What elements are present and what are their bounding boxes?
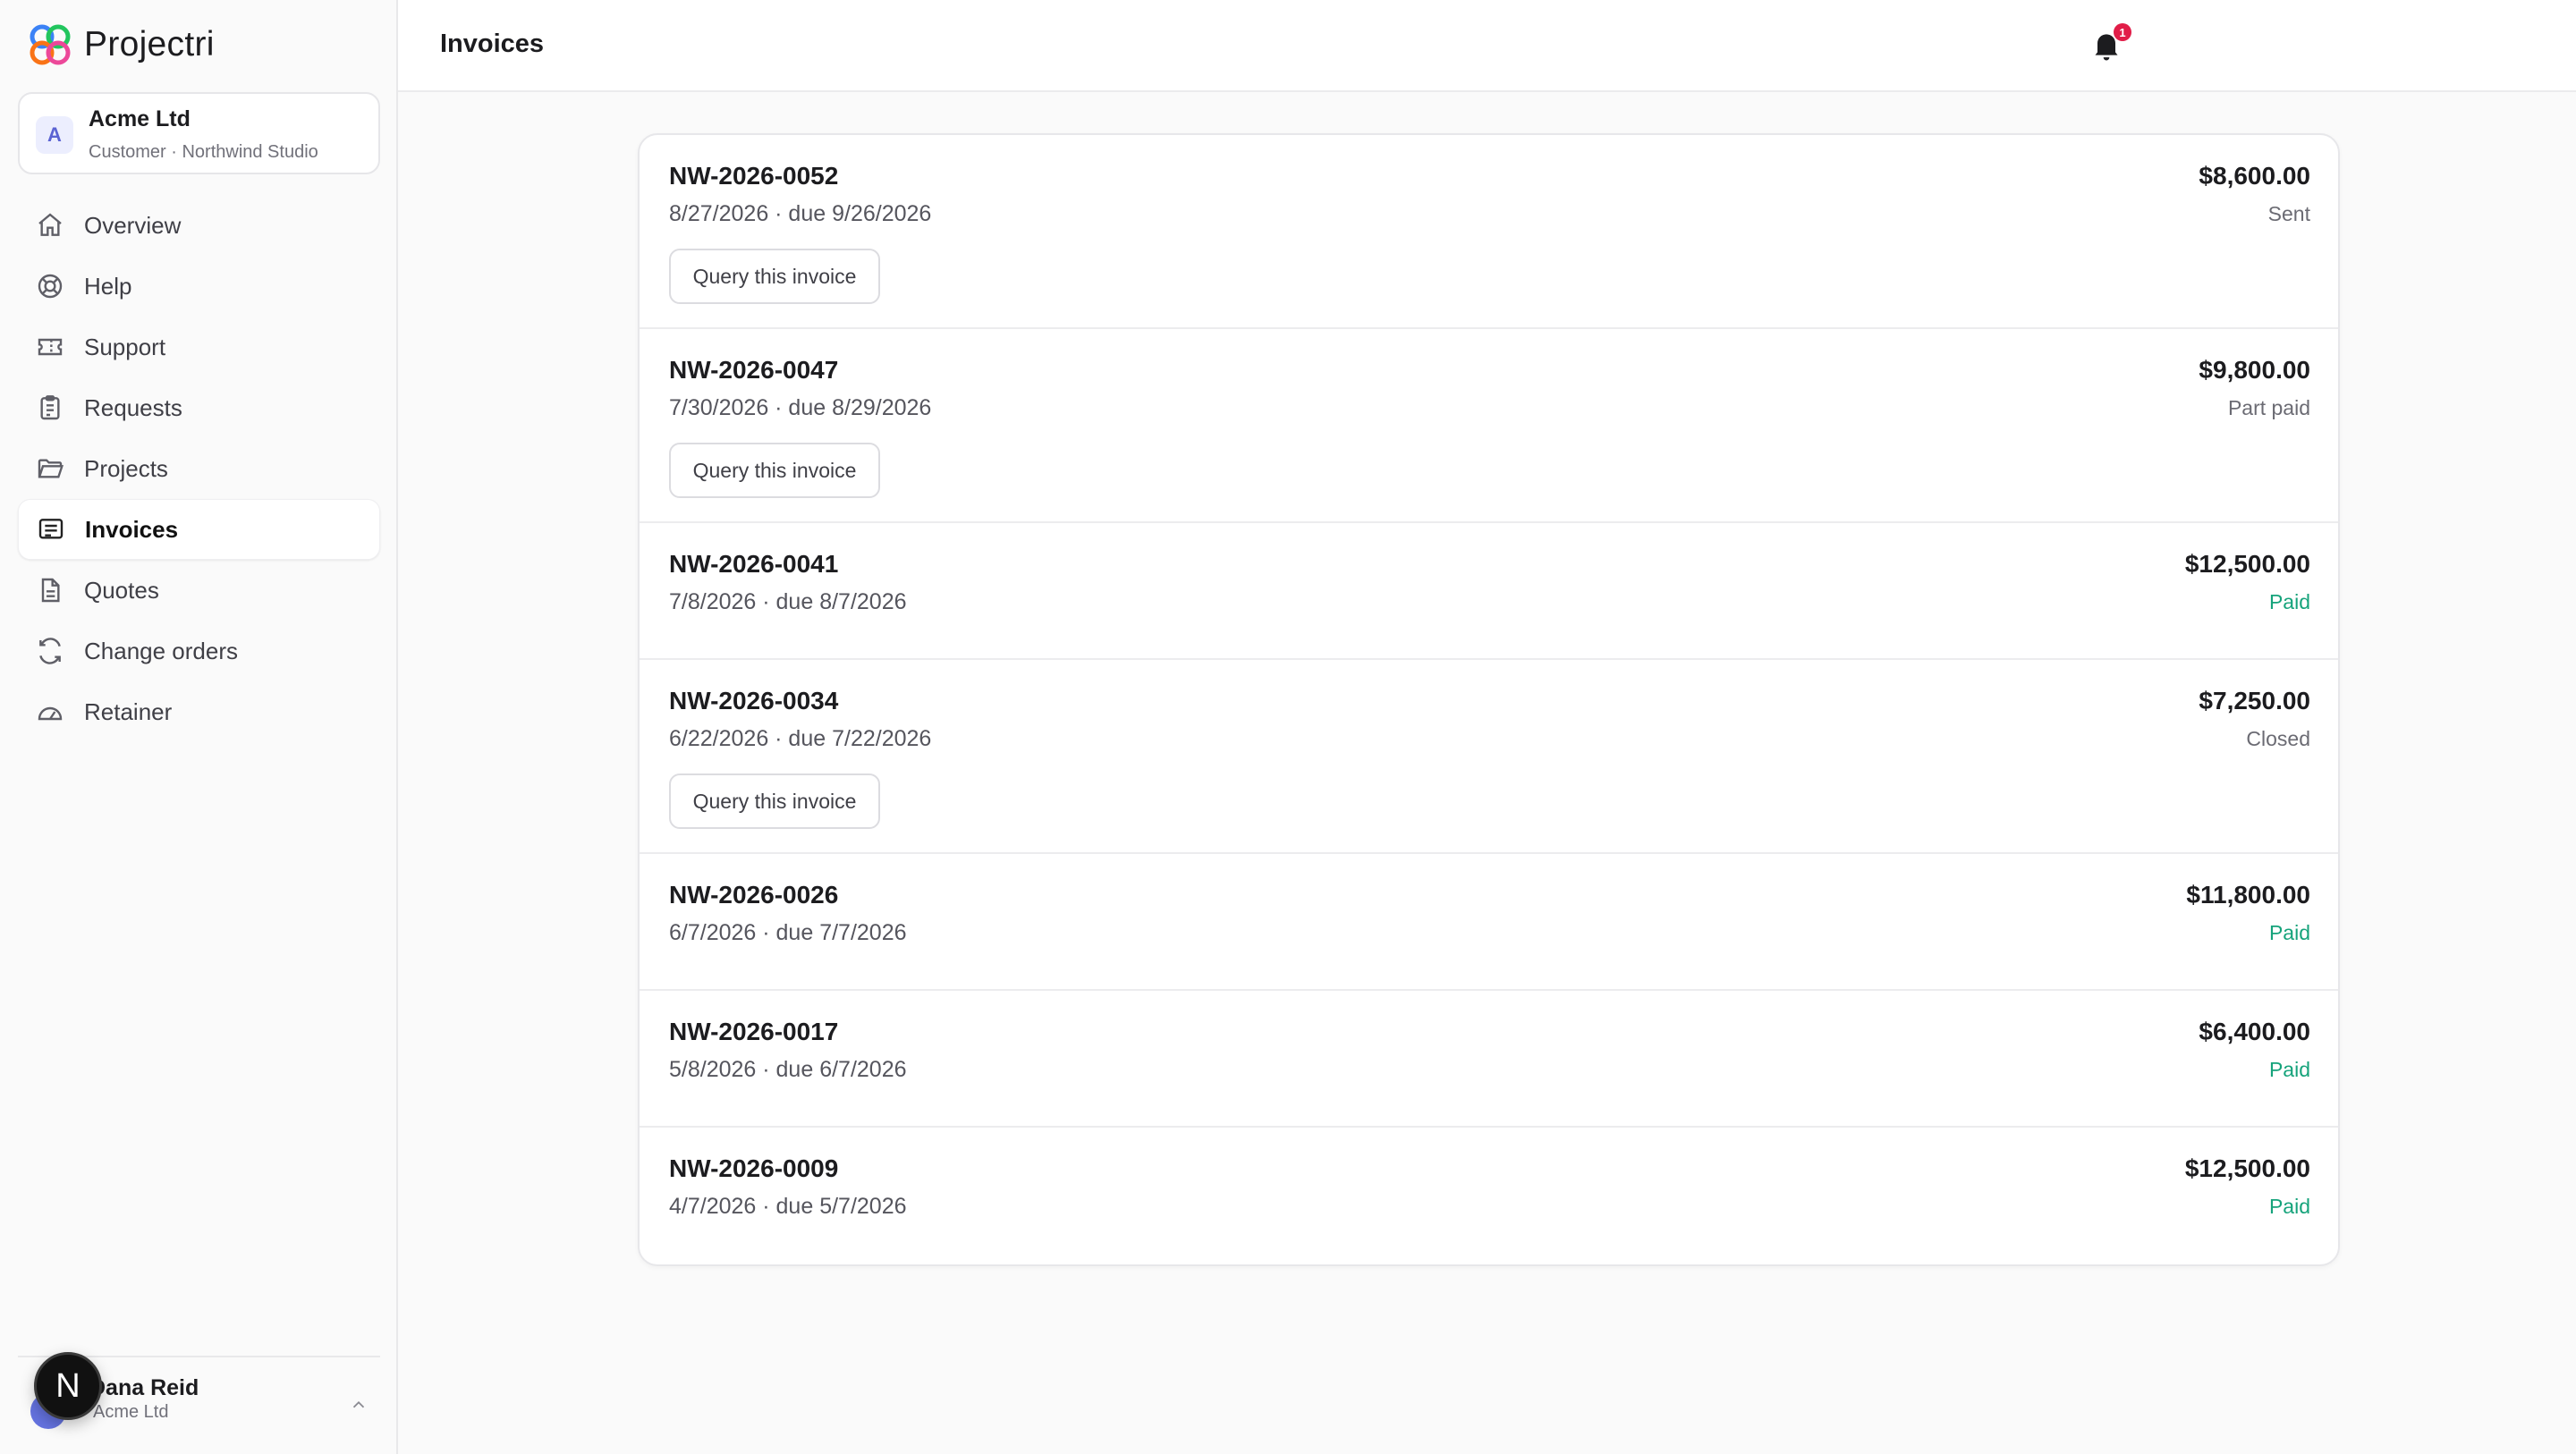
sidebar-item-label: Projects [84, 454, 168, 482]
invoice-row[interactable]: NW-2026-0017 5/8/2026 · due 6/7/2026 $6,… [640, 991, 2338, 1128]
org-avatar: A [36, 116, 73, 154]
chevron-up-icon [352, 1400, 365, 1408]
invoice-row[interactable]: NW-2026-0009 4/7/2026 · due 5/7/2026 $12… [640, 1128, 2338, 1264]
gauge-icon [38, 706, 63, 721]
sidebar-item-quotes[interactable]: Quotes [18, 560, 380, 621]
query-invoice-button[interactable]: Query this invoice [669, 249, 880, 304]
invoice-amount: $12,500.00 [2184, 550, 2310, 578]
invoice-amount: $8,600.00 [2199, 162, 2310, 190]
invoice-number: NW-2026-0026 [669, 881, 839, 909]
invoice-dates: 7/30/2026 · due 8/29/2026 [669, 395, 932, 420]
sidebar-item-support[interactable]: Support [18, 317, 380, 377]
user-name: Dana Reid [89, 1375, 199, 1400]
sidebar-item-help[interactable]: Help [18, 256, 380, 317]
invoice-row[interactable]: NW-2026-0052 8/27/2026 · due 9/26/2026 Q… [640, 135, 2338, 329]
sidebar-item-label: Change orders [84, 637, 238, 664]
invoice-status: Part paid [2227, 396, 2310, 419]
document-icon [41, 578, 60, 603]
sidebar-item-label: Requests [84, 393, 182, 421]
sidebar-item-label: Retainer [84, 697, 173, 725]
lifebuoy-icon [38, 274, 63, 299]
user-org: Acme Ltd [93, 1402, 169, 1422]
invoice-status: Paid [2268, 1058, 2310, 1081]
refresh-icon [39, 638, 61, 664]
sidebar-item-overview[interactable]: Overview [18, 195, 380, 256]
org-switcher[interactable]: A Acme Ltd Customer · Northwind Studio [18, 92, 380, 174]
invoice-row[interactable]: NW-2026-0034 6/22/2026 · due 7/22/2026 Q… [640, 660, 2338, 854]
invoice-number: NW-2026-0017 [669, 1018, 839, 1045]
home-icon [38, 213, 62, 236]
invoice-dates: 8/27/2026 · due 9/26/2026 [669, 201, 932, 226]
page-header: Invoices [398, 0, 2576, 92]
org-subtitle: Customer · Northwind Studio [89, 142, 318, 162]
page-title: Invoices [440, 30, 545, 58]
sidebar-item-change-orders[interactable]: Change orders [18, 621, 380, 681]
invoice-number: NW-2026-0041 [669, 550, 839, 578]
invoice-amount: $11,800.00 [2186, 881, 2310, 909]
folder-icon [38, 459, 64, 478]
sidebar-item-invoices[interactable]: Invoices [18, 499, 380, 560]
ticket-icon [38, 338, 63, 356]
org-name: Acme Ltd [89, 106, 191, 131]
invoice-amount: $7,250.00 [2199, 687, 2310, 714]
sidebar-item-label: Invoices [85, 515, 179, 543]
invoice-status: Sent [2267, 202, 2310, 225]
invoice-status: Paid [2268, 590, 2310, 613]
query-invoice-button[interactable]: Query this invoice [669, 773, 880, 829]
receipt-icon [38, 519, 64, 539]
notification-badge: 1 [2114, 23, 2131, 41]
projectri-logo-icon [30, 24, 71, 65]
invoice-list: NW-2026-0052 8/27/2026 · due 9/26/2026 Q… [638, 133, 2340, 1266]
brand-name: Projectri [84, 25, 215, 63]
invoice-dates: 6/7/2026 · due 7/7/2026 [669, 920, 907, 945]
query-invoice-button[interactable]: Query this invoice [669, 443, 880, 498]
invoice-row[interactable]: NW-2026-0041 7/8/2026 · due 8/7/2026 $12… [640, 523, 2338, 660]
invoice-dates: 7/8/2026 · due 8/7/2026 [669, 589, 907, 614]
invoice-status: Paid [2268, 1195, 2310, 1218]
invoice-number: NW-2026-0009 [669, 1154, 839, 1182]
invoice-amount: $12,500.00 [2184, 1154, 2310, 1182]
sidebar-item-requests[interactable]: Requests [18, 377, 380, 438]
invoice-dates: 4/7/2026 · due 5/7/2026 [669, 1194, 907, 1219]
invoice-number: NW-2026-0047 [669, 356, 839, 384]
sidebar-item-retainer[interactable]: Retainer [18, 681, 380, 742]
invoice-dates: 6/22/2026 · due 7/22/2026 [669, 726, 932, 751]
invoice-number: NW-2026-0052 [669, 162, 839, 190]
invoice-row[interactable]: NW-2026-0026 6/7/2026 · due 7/7/2026 $11… [640, 854, 2338, 991]
sidebar-item-label: Support [84, 333, 166, 360]
sidebar-item-label: Help [84, 272, 132, 300]
sidebar-item-projects[interactable]: Projects [18, 438, 380, 499]
dev-tools-badge[interactable]: N [34, 1352, 102, 1420]
invoice-row[interactable]: NW-2026-0047 7/30/2026 · due 8/29/2026 Q… [640, 329, 2338, 523]
clipboard-icon [40, 395, 60, 420]
invoice-amount: $6,400.00 [2199, 1018, 2310, 1045]
brand[interactable]: Projectri [27, 21, 215, 68]
sidebar-item-label: Quotes [84, 576, 159, 604]
invoice-status: Paid [2268, 921, 2310, 944]
invoice-status: Closed [2246, 727, 2310, 750]
invoice-dates: 5/8/2026 · due 6/7/2026 [669, 1057, 907, 1082]
invoice-number: NW-2026-0034 [669, 687, 839, 714]
sidebar-item-label: Overview [84, 211, 182, 239]
invoice-amount: $9,800.00 [2199, 356, 2310, 384]
sidebar-nav: Overview Help Support Requests Projects … [18, 195, 380, 742]
sidebar: Projectri A Acme Ltd Customer · Northwin… [0, 0, 398, 1454]
